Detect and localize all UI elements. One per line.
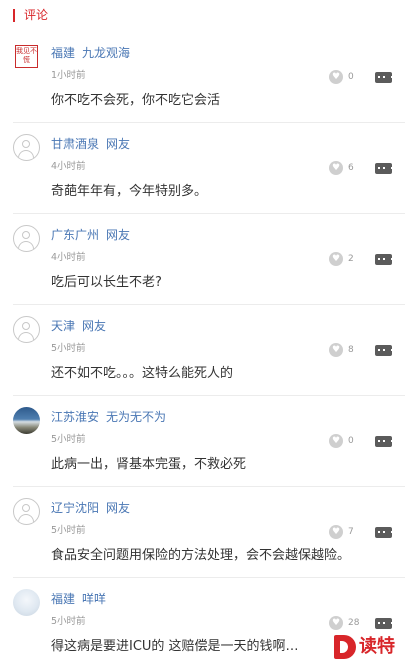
comment-time: 5小时前 xyxy=(51,434,86,445)
avatar[interactable] xyxy=(13,589,40,616)
heart-icon xyxy=(329,434,343,448)
seal-avatar-image: 我见不慌 xyxy=(15,45,38,68)
avatar[interactable]: 我见不慌 xyxy=(13,43,40,70)
comment-text: 你不吃不会死，你不吃它会活 xyxy=(51,93,221,108)
comment-text: 此病一出，肾基本完蛋，不救必死 xyxy=(51,457,247,472)
avatar[interactable] xyxy=(13,498,40,525)
comment-item: 天津网友 5小时前 8 还不如不吃。。。这特么能死人的 xyxy=(0,305,405,396)
like-button[interactable]: 8 xyxy=(329,343,359,358)
like-count: 6 xyxy=(348,163,354,173)
comment-username[interactable]: 福建 九龙观海 xyxy=(51,45,130,61)
avatar[interactable] xyxy=(13,407,40,434)
heart-icon xyxy=(329,161,343,175)
heart-icon xyxy=(329,70,343,84)
user-name: 无为无不为 xyxy=(106,410,167,424)
reply-icon[interactable] xyxy=(375,618,393,629)
reply-icon[interactable] xyxy=(375,527,393,538)
like-button[interactable]: 28 xyxy=(329,616,359,631)
like-button[interactable]: 6 xyxy=(329,161,359,176)
reply-icon[interactable] xyxy=(375,254,393,265)
reply-icon[interactable] xyxy=(375,436,393,447)
user-location: 甘肃酒泉 xyxy=(51,137,100,151)
comment-text: 奇葩年年有，今年特别多。 xyxy=(51,184,208,199)
comment-text: 还不如不吃。。。这特么能死人的 xyxy=(51,366,234,381)
user-location: 福建 xyxy=(51,592,76,606)
logo-text: 读特 xyxy=(359,636,395,657)
like-count: 7 xyxy=(348,527,354,537)
user-name: 网友 xyxy=(106,137,131,151)
user-location: 广东广州 xyxy=(51,228,100,242)
like-count: 2 xyxy=(348,254,354,264)
comment-text: 吃后可以长生不老? xyxy=(51,275,162,290)
like-button[interactable]: 0 xyxy=(329,70,359,85)
comment-username[interactable]: 福建 咩咩 xyxy=(51,591,106,607)
comment-username[interactable]: 辽宁沈阳 网友 xyxy=(51,500,130,516)
comment-time: 4小时前 xyxy=(51,161,86,172)
comment-time: 5小时前 xyxy=(51,616,86,627)
comment-item: 甘肃酒泉网友 4小时前 6 奇葩年年有，今年特别多。 xyxy=(0,123,405,214)
comment-username[interactable]: 甘肃酒泉 网友 xyxy=(51,136,130,152)
reply-icon[interactable] xyxy=(375,72,393,83)
logo-mark-icon xyxy=(334,635,356,659)
comment-time: 1小时前 xyxy=(51,70,86,81)
comments-section-header: 评论 xyxy=(0,0,405,32)
like-count: 28 xyxy=(348,618,360,628)
like-button[interactable]: 2 xyxy=(329,252,359,267)
like-button[interactable]: 0 xyxy=(329,434,359,449)
section-title: 评论 xyxy=(24,8,49,22)
comment-text: 得这病是要进ICU的 这赔偿是一天的钱啊… xyxy=(51,639,299,654)
like-count: 0 xyxy=(348,436,354,446)
like-button[interactable]: 7 xyxy=(329,525,359,540)
section-accent-bar xyxy=(13,9,15,22)
comment-username[interactable]: 江苏淮安 无为无不为 xyxy=(51,409,166,425)
user-location: 福建 xyxy=(51,46,76,60)
comment-username[interactable]: 天津 网友 xyxy=(51,318,106,334)
comment-time: 5小时前 xyxy=(51,343,86,354)
reply-icon[interactable] xyxy=(375,345,393,356)
comment-time: 4小时前 xyxy=(51,252,86,263)
dute-logo: 读特 xyxy=(333,632,405,663)
comment-item: 辽宁沈阳网友 5小时前 7 食品安全问题用保险的方法处理，会不会越保越险。 xyxy=(0,487,405,578)
comment-text: 食品安全问题用保险的方法处理，会不会越保越险。 xyxy=(51,548,351,563)
comment-item: 广东广州网友 4小时前 2 吃后可以长生不老? xyxy=(0,214,405,305)
user-name: 九龙观海 xyxy=(82,46,131,60)
user-name: 咩咩 xyxy=(82,592,107,606)
user-name: 网友 xyxy=(106,501,131,515)
user-name: 网友 xyxy=(106,228,131,242)
heart-icon xyxy=(329,616,343,630)
heart-icon xyxy=(329,343,343,357)
comment-item: 江苏淮安无为无不为 5小时前 0 此病一出，肾基本完蛋，不救必死 xyxy=(0,396,405,487)
reply-icon[interactable] xyxy=(375,163,393,174)
user-location: 江苏淮安 xyxy=(51,410,100,424)
comment-username[interactable]: 广东广州 网友 xyxy=(51,227,130,243)
avatar[interactable] xyxy=(13,134,40,161)
comment-time: 5小时前 xyxy=(51,525,86,536)
like-count: 8 xyxy=(348,345,354,355)
like-count: 0 xyxy=(348,72,354,82)
avatar[interactable] xyxy=(13,316,40,343)
user-name: 网友 xyxy=(82,319,107,333)
heart-icon xyxy=(329,525,343,539)
user-location: 辽宁沈阳 xyxy=(51,501,100,515)
heart-icon xyxy=(329,252,343,266)
avatar[interactable] xyxy=(13,225,40,252)
user-location: 天津 xyxy=(51,319,76,333)
comment-item: 我见不慌 福建九龙观海 1小时前 0 你不吃不会死，你不吃它会活 xyxy=(0,32,405,123)
